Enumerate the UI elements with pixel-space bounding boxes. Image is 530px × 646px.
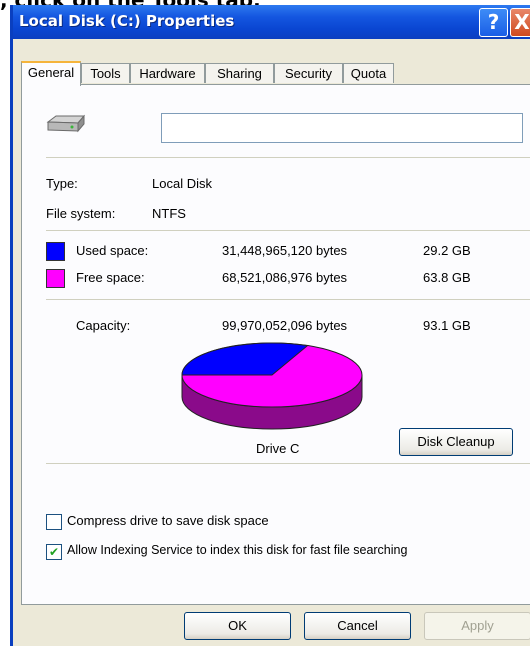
help-button[interactable]: ? (479, 8, 508, 37)
window-title: Local Disk (C:) Properties (19, 12, 235, 30)
capacity-label: Capacity: (76, 318, 131, 333)
tab-quota[interactable]: Quota (343, 63, 394, 83)
drive-name-input[interactable] (161, 113, 523, 143)
file-system-value: NTFS (152, 206, 186, 221)
cancel-button[interactable]: Cancel (304, 612, 411, 640)
file-system-label: File system: (46, 206, 116, 221)
properties-dialog: Local Disk (C:) Properties ? X General T… (10, 5, 530, 646)
free-space-bytes: 68,521,086,976 bytes (222, 270, 348, 285)
hard-drive-icon (46, 114, 86, 133)
ok-button[interactable]: OK (184, 612, 291, 640)
free-space-size: 63.8 GB (423, 270, 471, 285)
used-space-size: 29.2 GB (423, 243, 471, 258)
drive-label: Drive C (256, 441, 300, 456)
apply-button[interactable]: Apply (424, 612, 530, 640)
free-space-label: Free space: (76, 270, 145, 285)
compress-checkbox[interactable] (46, 514, 62, 530)
disk-usage-pie-chart (181, 342, 363, 430)
tab-general[interactable]: General (21, 61, 81, 86)
separator (46, 157, 530, 158)
capacity-size: 93.1 GB (423, 318, 471, 333)
type-label: Type: (46, 176, 78, 191)
used-space-label: Used space: (76, 243, 149, 258)
general-panel: Type: Local Disk File system: NTFS Used … (21, 84, 530, 605)
tab-hardware[interactable]: Hardware (130, 63, 205, 83)
indexing-label[interactable]: Allow Indexing Service to index this dis… (67, 543, 407, 557)
type-value: Local Disk (152, 176, 212, 191)
title-bar[interactable]: Local Disk (C:) Properties ? X (13, 5, 530, 39)
separator (46, 230, 530, 231)
tab-tools[interactable]: Tools (81, 63, 130, 83)
separator (46, 463, 530, 464)
capacity-bytes: 99,970,052,096 bytes (222, 318, 348, 333)
free-space-swatch (46, 269, 65, 288)
tab-sharing[interactable]: Sharing (205, 63, 274, 83)
tab-security[interactable]: Security (274, 63, 343, 83)
compress-label[interactable]: Compress drive to save disk space (67, 513, 269, 528)
disk-cleanup-button[interactable]: Disk Cleanup (399, 428, 513, 456)
used-space-swatch (46, 242, 65, 261)
indexing-checkbox[interactable]: ✔ (46, 544, 62, 560)
used-space-bytes: 31,448,965,120 bytes (222, 243, 348, 258)
separator (46, 299, 530, 300)
close-button[interactable]: X (510, 8, 530, 37)
